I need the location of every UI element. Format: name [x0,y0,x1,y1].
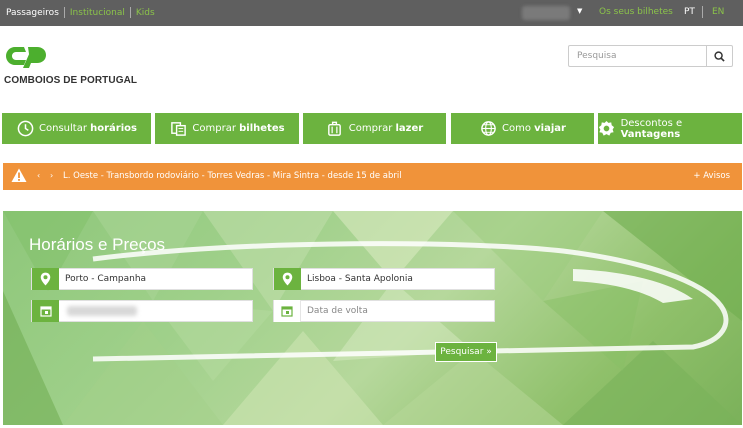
return-date-field[interactable]: Data de volta [273,300,495,322]
nav-label: Comprar bilhetes [192,123,285,134]
calendar-icon [32,300,59,322]
nav-comprar-bilhetes[interactable]: Comprar bilhetes [155,113,299,144]
nav-consultar-horarios[interactable]: Consultar horários [2,113,151,144]
luggage-icon [326,120,344,138]
more-alerts-link[interactable]: + Avisos [693,171,730,181]
nav-label: Como viajar [502,123,566,134]
location-pin-icon [32,268,59,290]
nav-label: Consultar horários [39,123,137,134]
clock-icon [16,120,34,138]
hero-search-panel: Horários e Preços Porto - Campanha Lisbo… [3,211,742,425]
nav-label: Comprar lazer [348,123,424,134]
location-pin-icon [274,268,301,290]
divider [63,7,65,18]
link-kids[interactable]: Kids [136,8,155,18]
departure-date-blurred [67,306,137,316]
alert-bar: ‹ › L. Oeste - Transbordo rodoviário - T… [3,163,742,190]
link-os-seus-bilhetes[interactable]: Os seus bilhetes [599,7,673,17]
top-links: Passageiros Institucional Kids [6,7,155,18]
alert-next-button[interactable]: › [50,171,53,180]
tickets-icon [169,120,187,138]
logo-text: COMBOIOS DE PORTUGAL [4,75,138,86]
search-input[interactable]: Pesquisa [568,45,707,67]
destination-field[interactable]: Lisboa - Santa Apolonia [273,268,495,290]
destination-value: Lisboa - Santa Apolonia [307,274,413,284]
origin-field[interactable]: Porto - Campanha [31,268,253,290]
cp-logo-icon [6,47,46,68]
nav-comprar-lazer[interactable]: Comprar lazer [303,113,446,144]
divider [702,6,703,18]
nav-descontos-vantagens[interactable]: Descontos e Vantagens [598,113,742,144]
badge-icon [598,120,616,138]
lang-en[interactable]: EN [712,7,724,17]
nav-como-viajar[interactable]: Como viajar [451,113,594,144]
hero-title: Horários e Preços [29,235,166,254]
search-icon [714,50,725,62]
return-date-placeholder: Data de volta [307,306,368,316]
nav-label: Descontos e Vantagens [620,117,683,140]
alert-prev-button[interactable]: ‹ [37,171,40,180]
origin-value: Porto - Campanha [65,274,147,284]
search-button[interactable] [706,45,733,67]
link-institucional[interactable]: Institucional [70,8,125,18]
alert-message[interactable]: L. Oeste - Transbordo rodoviário - Torre… [63,171,402,181]
top-bar: Passageiros Institucional Kids ▼ Os seus… [0,0,743,26]
divider [129,7,131,18]
globe-icon [479,120,497,138]
lang-pt[interactable]: PT [684,7,695,17]
departure-date-field[interactable] [31,300,253,322]
link-passageiros[interactable]: Passageiros [6,8,59,18]
calendar-icon [274,300,301,322]
user-account-blurred[interactable] [522,6,570,20]
cp-logo[interactable] [4,43,48,73]
pesquisar-button[interactable]: Pesquisar » [435,342,497,362]
caret-down-icon[interactable]: ▼ [577,7,582,15]
warning-icon [11,168,27,186]
